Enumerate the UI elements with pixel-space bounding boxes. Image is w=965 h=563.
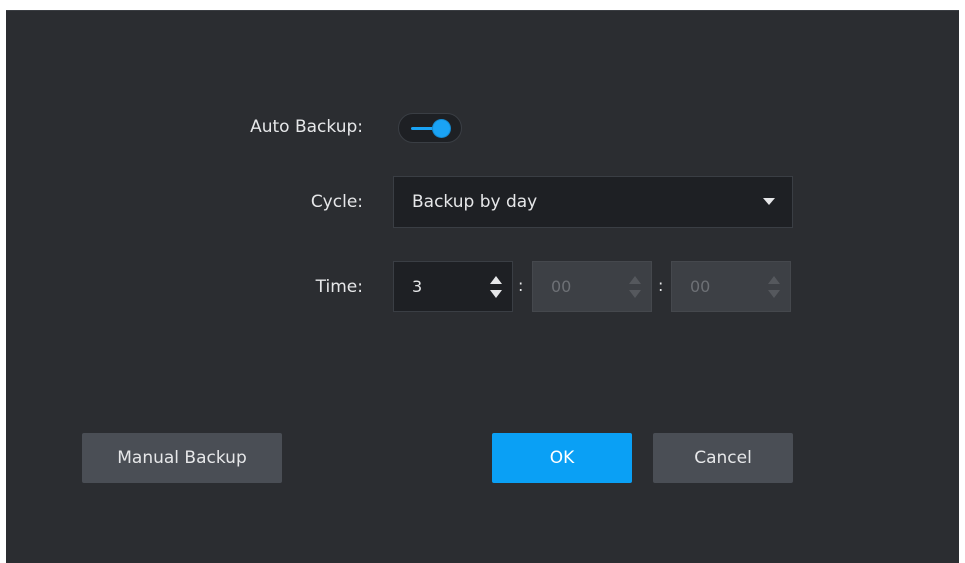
toggle-knob: [433, 120, 450, 137]
spinner-arrows-icon: [629, 276, 641, 298]
backup-settings-dialog: Auto Backup: Cycle: Backup by day Time: …: [6, 10, 959, 563]
time-separator: :: [658, 276, 664, 295]
chevron-down-icon: [763, 198, 775, 205]
time-hour-spinner[interactable]: 3: [393, 261, 513, 312]
auto-backup-toggle[interactable]: [398, 113, 462, 143]
time-label: Time:: [315, 277, 363, 297]
spinner-arrows-icon[interactable]: [490, 276, 502, 298]
cancel-button[interactable]: Cancel: [653, 433, 793, 483]
time-hour-value: 3: [412, 277, 423, 296]
cycle-select[interactable]: Backup by day: [393, 176, 793, 228]
toggle-track: [411, 127, 435, 130]
time-second-spinner[interactable]: 00: [671, 261, 791, 312]
manual-backup-button[interactable]: Manual Backup: [82, 433, 282, 483]
cycle-select-value: Backup by day: [412, 192, 538, 212]
time-second-value: 00: [690, 277, 711, 296]
auto-backup-label: Auto Backup:: [250, 117, 363, 137]
cycle-label: Cycle:: [310, 192, 363, 212]
ok-button[interactable]: OK: [492, 433, 632, 483]
time-separator: :: [518, 276, 524, 295]
spinner-arrows-icon: [768, 276, 780, 298]
time-minute-spinner[interactable]: 00: [532, 261, 652, 312]
time-minute-value: 00: [551, 277, 572, 296]
